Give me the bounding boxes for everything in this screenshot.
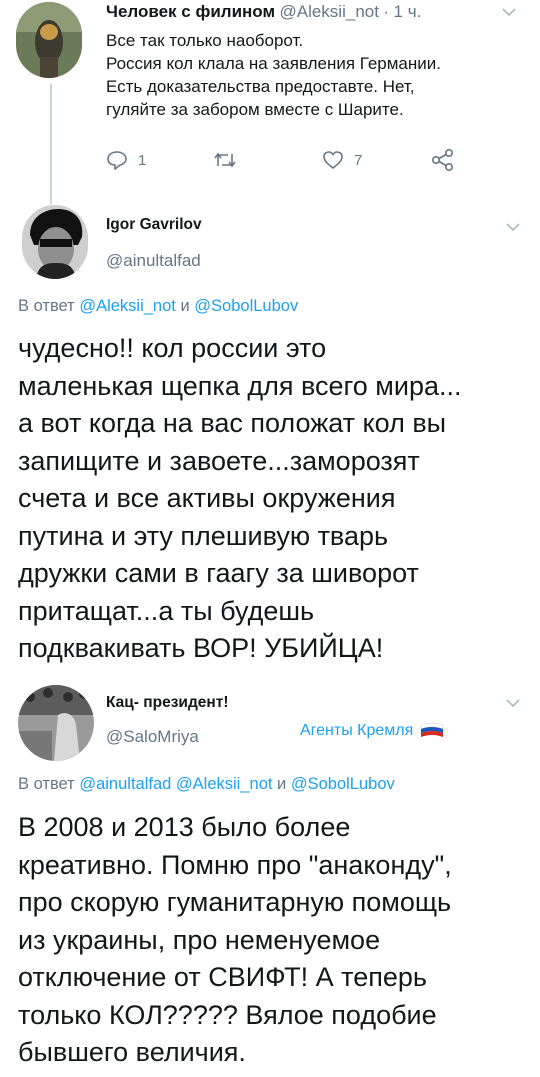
mention-link[interactable]: @Aleksii_not (79, 297, 176, 315)
reply-count: 1 (138, 151, 147, 169)
reply-prefix: В ответ (18, 297, 75, 315)
text-line: счета и все активы окружения (18, 483, 396, 513)
text-line: гуляйте за забором вместе с Шарите. (106, 100, 404, 119)
tweet-text: Все так только наоборот. Россия кол клал… (106, 29, 441, 121)
retweet-button[interactable] (213, 150, 247, 170)
chevron-down-icon[interactable] (506, 223, 520, 231)
reply-and: и (277, 775, 287, 793)
chevron-down-icon[interactable] (506, 699, 520, 707)
text-line: маленькая щепка для всего мира... (18, 370, 462, 401)
text-line: а вот когда на вас положат кол вы (18, 408, 447, 438)
reply-and: и (180, 297, 190, 315)
user-name[interactable]: Человек с филином (106, 2, 275, 21)
text-line: дружки сами в гаагу за шиворот (18, 558, 419, 588)
avatar[interactable] (22, 205, 88, 279)
badge-label: Агенты Кремля (300, 722, 414, 739)
timestamp[interactable]: 1 ч. (394, 2, 422, 21)
text-line: только КОЛ????? Вялое подобие (18, 999, 437, 1030)
like-count: 7 (354, 151, 363, 169)
reply-prefix: В ответ (18, 775, 75, 793)
like-icon (323, 151, 343, 170)
reply-context: В ответ @ainultalfad @Aleksii_not и @Sob… (18, 775, 395, 794)
text-line: креативно. Помню про "анаконду", (18, 849, 452, 880)
text-line: бывшего величия. (18, 1037, 246, 1067)
reply-context: В ответ @Aleksii_not и @SobolLubov (18, 297, 298, 316)
text-line: запищите и завоете...заморозят (18, 445, 420, 476)
tweet-header: Человек с филином @Aleksii_not · 1 ч. (106, 2, 421, 22)
mention-link[interactable]: @Aleksii_not (176, 775, 273, 793)
profile-badge: Агенты Кремля (300, 722, 445, 740)
like-button[interactable]: 7 (322, 150, 362, 170)
tweet-text: чудесно!! кол россии это маленькая щепка… (18, 330, 461, 668)
text-line: Россия кол клала на заявления Германии. (106, 54, 441, 73)
avatar[interactable] (18, 685, 94, 761)
user-handle[interactable]: @ainultalfad (106, 251, 201, 271)
mention-link[interactable]: @SobolLubov (194, 297, 298, 315)
reply-button[interactable]: 1 (106, 150, 146, 170)
tweet-text: В 2008 и 2013 было более креативно. Помн… (18, 809, 452, 1072)
text-line: путина и эту плешивую тварь (18, 520, 389, 551)
mention-link[interactable]: @SobolLubov (291, 775, 395, 793)
user-name[interactable]: Igor Gavrilov (106, 216, 202, 234)
text-line: из украины, про неменуемое (18, 924, 381, 955)
text-line: отключение от СВИФТ! А теперь (18, 962, 427, 992)
text-line: Есть доказательства предоставте. Нет, (106, 77, 415, 96)
separator: · (383, 2, 390, 21)
russian-flag-icon (420, 722, 444, 737)
chevron-down-icon[interactable] (502, 8, 516, 16)
user-handle[interactable]: @SaloMriya (106, 727, 199, 747)
text-line: притащат...а ты будешь (18, 595, 315, 626)
text-line: чудесно!! кол россии это (18, 333, 327, 363)
share-icon[interactable] (430, 148, 456, 172)
text-line: подквакивать ВОР! УБИЙЦА! (18, 633, 384, 663)
avatar[interactable] (16, 2, 82, 78)
user-name[interactable]: Кац- президент! (106, 694, 229, 712)
user-handle[interactable]: @Aleksii_not (279, 2, 378, 21)
text-line: В 2008 и 2013 было более (18, 812, 351, 842)
text-line: про скорую гуманитарную помощь (18, 887, 452, 917)
thread-line (50, 84, 52, 204)
retweet-icon (214, 152, 236, 168)
reply-icon (107, 151, 127, 170)
text-line: Все так только наоборот. (106, 31, 304, 50)
mention-link[interactable]: @ainultalfad (79, 775, 171, 793)
